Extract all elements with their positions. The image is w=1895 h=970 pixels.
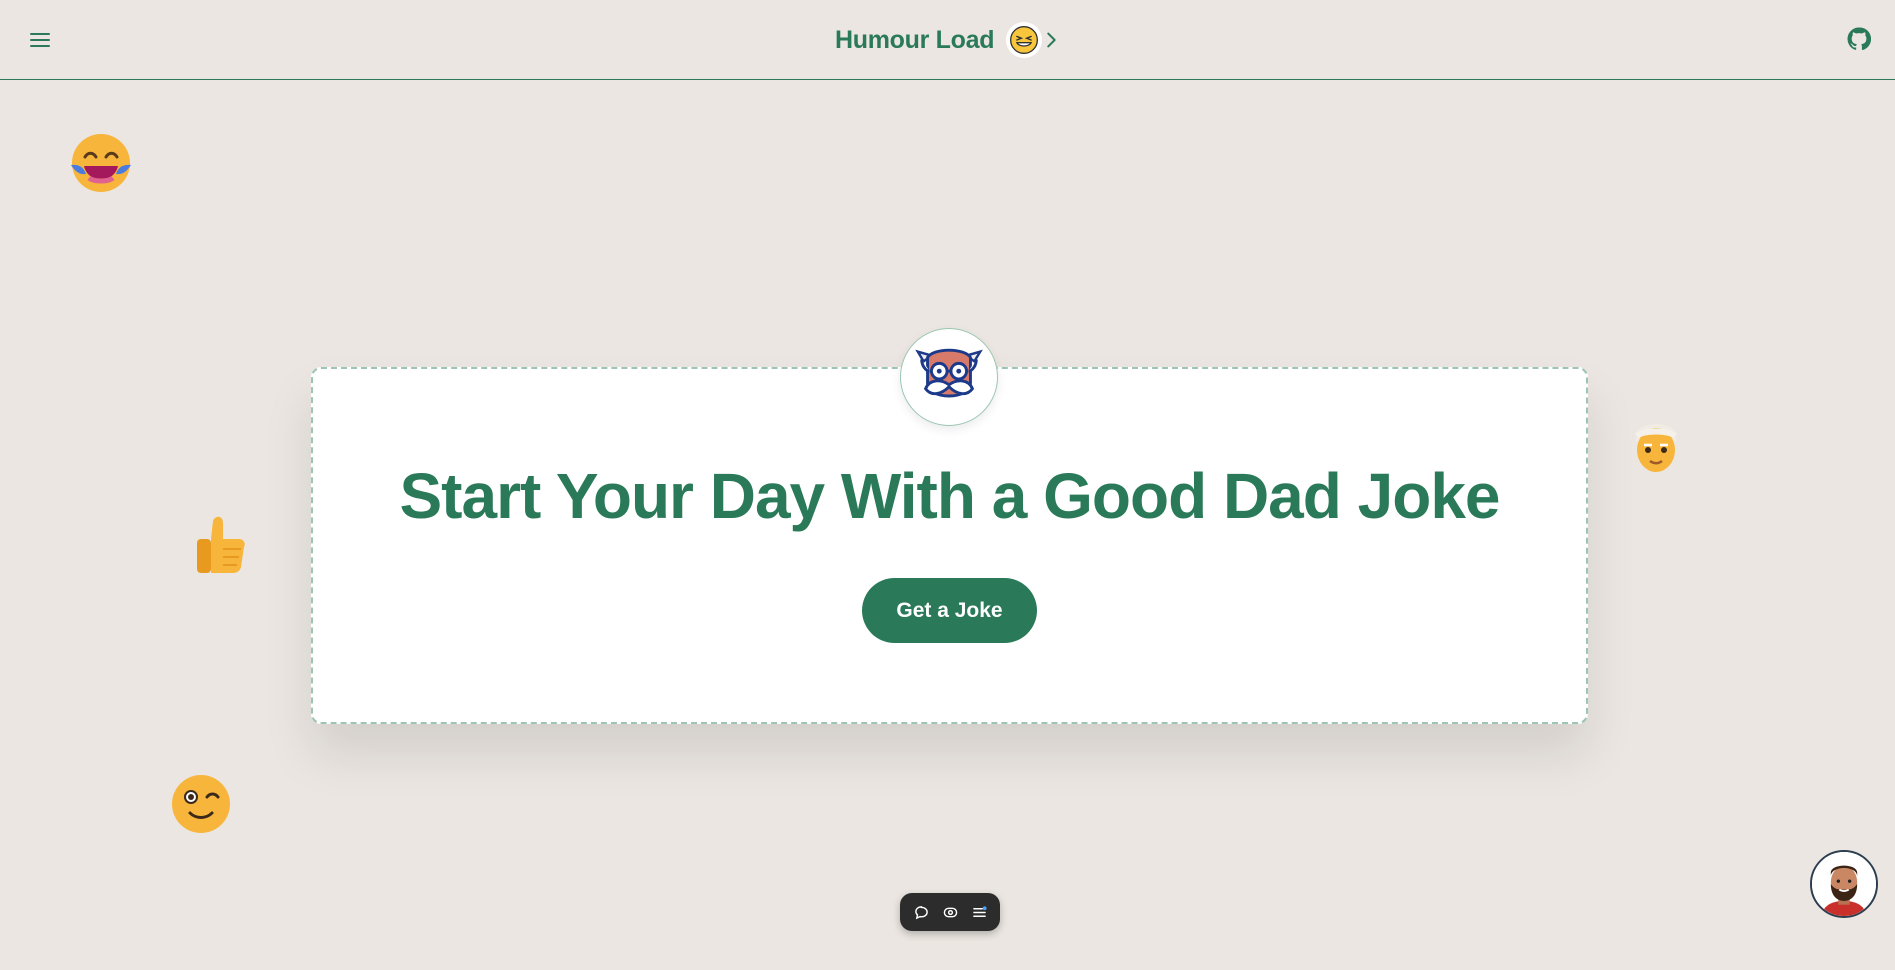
comment-icon[interactable] bbox=[913, 904, 929, 920]
brand[interactable]: Humour Load bbox=[835, 18, 1043, 62]
hero-headline: Start Your Day With a Good Dad Joke bbox=[399, 460, 1500, 532]
bearded-man-avatar-icon[interactable] bbox=[1810, 850, 1878, 918]
chevron-right-icon[interactable] bbox=[1040, 29, 1062, 51]
winking-face-icon bbox=[170, 773, 232, 840]
github-icon[interactable] bbox=[1847, 27, 1872, 51]
grinning-squinting-face-icon bbox=[1006, 22, 1043, 58]
thumbs-up-icon bbox=[193, 513, 247, 580]
list-icon[interactable] bbox=[971, 904, 987, 920]
floating-toolbar bbox=[900, 893, 1000, 931]
dad-face-with-glasses-and-mustache-icon bbox=[900, 328, 998, 426]
get-a-joke-button[interactable]: Get a Joke bbox=[862, 578, 1037, 643]
eye-icon[interactable] bbox=[942, 904, 958, 920]
top-navigation-bar: Humour Load bbox=[0, 0, 1895, 80]
old-man-icon bbox=[1628, 414, 1684, 481]
face-with-tears-of-joy-icon bbox=[67, 132, 135, 201]
brand-title[interactable]: Humour Load bbox=[835, 26, 995, 55]
hamburger-menu-icon[interactable] bbox=[28, 28, 52, 52]
